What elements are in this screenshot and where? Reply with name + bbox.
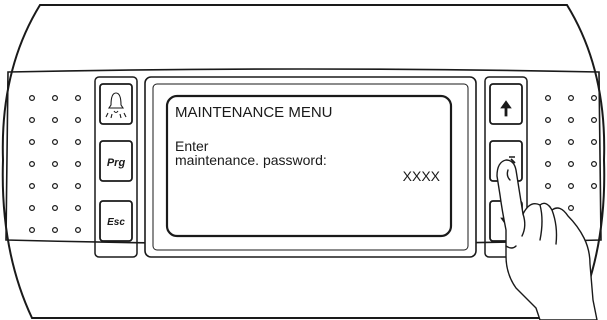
- escape-button[interactable]: Esc: [99, 200, 133, 242]
- prompt-line-2: maintenance. password:: [175, 152, 327, 168]
- controller-panel: Prg Esc MAINTENANCE MENU Enter maintenan…: [1, 4, 606, 320]
- password-field[interactable]: XXXX: [403, 168, 441, 184]
- program-button[interactable]: Prg: [99, 140, 133, 182]
- alarm-button[interactable]: [99, 83, 133, 125]
- menu-title: MAINTENANCE MENU: [175, 104, 333, 121]
- escape-button-label: Esc: [107, 217, 125, 228]
- program-button-label: Prg: [107, 157, 126, 169]
- up-button[interactable]: [489, 83, 523, 125]
